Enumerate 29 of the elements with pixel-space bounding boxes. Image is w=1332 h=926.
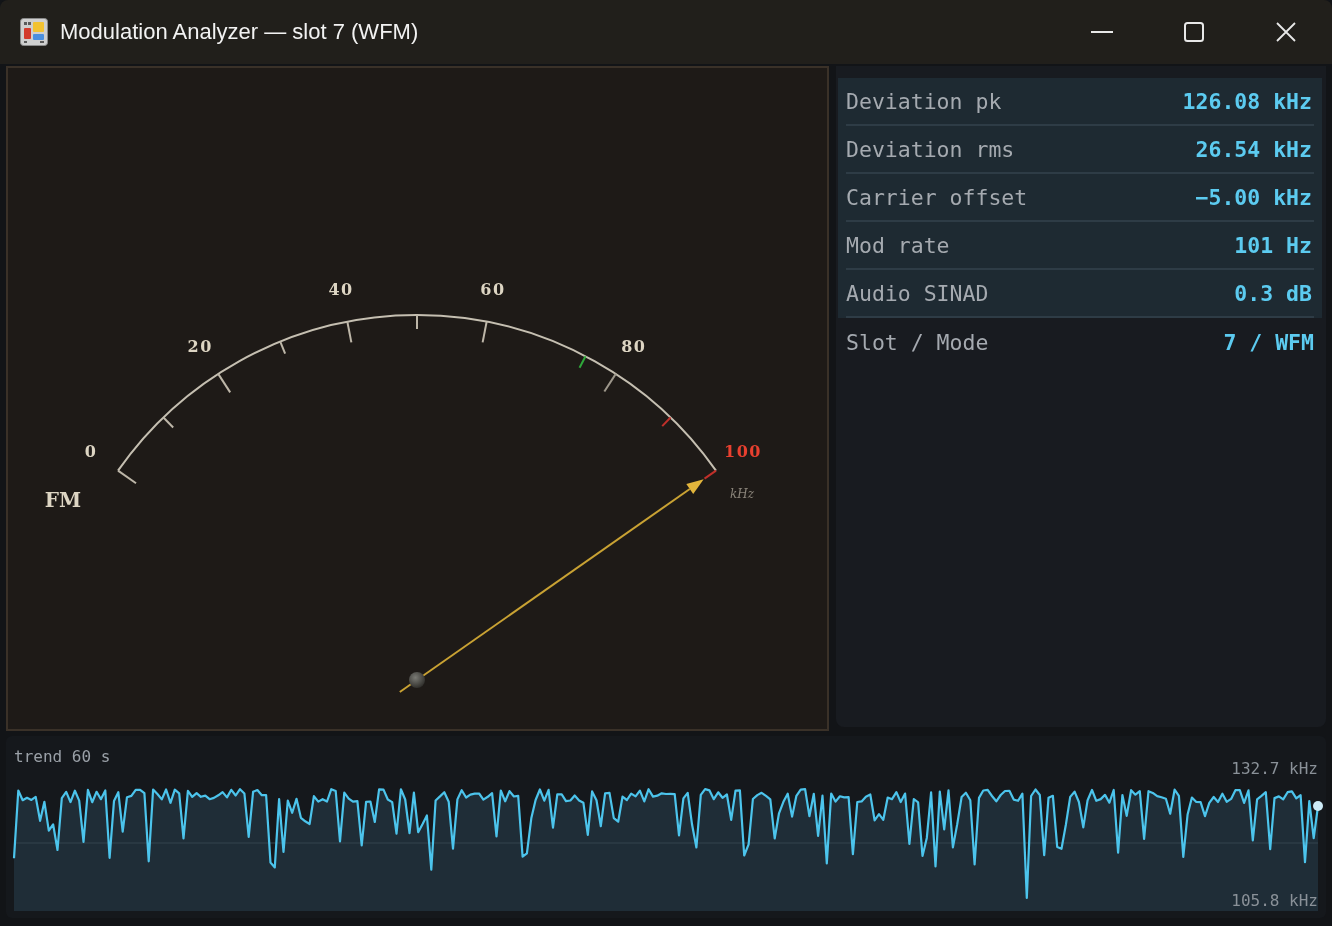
close-icon xyxy=(1276,22,1296,42)
scale-min-label: 105.8 kHz xyxy=(1231,891,1318,911)
readout-value: 0.3 dB xyxy=(1234,280,1312,306)
readout-value: 7 / WFM xyxy=(1223,329,1314,355)
scale-label: 80 xyxy=(621,336,647,356)
trend-title: trend 60 s xyxy=(14,747,111,767)
window-title: Modulation Analyzer — slot 7 (WFM) xyxy=(60,19,419,45)
readout-value: −5.00 kHz xyxy=(1195,184,1312,210)
unit-label: kHz xyxy=(729,487,755,501)
readout-label: Audio SINAD xyxy=(846,280,989,306)
readout-label: Mod rate xyxy=(846,232,950,258)
minimize-icon xyxy=(1091,31,1113,33)
readout-label: Deviation rms xyxy=(846,136,1015,162)
scale-label: 100 xyxy=(724,442,762,462)
scale-max-label: 132.7 kHz xyxy=(1231,759,1318,779)
scale-label: 0 xyxy=(84,442,98,462)
app-icon xyxy=(20,18,48,46)
scale-label: 40 xyxy=(328,279,354,299)
readout-value: 101 Hz xyxy=(1234,232,1312,258)
readout-label: Carrier offset xyxy=(846,184,1028,210)
readout-value: 26.54 kHz xyxy=(1195,136,1312,162)
readout-label: Deviation pk xyxy=(846,88,1002,114)
scale-label: 60 xyxy=(480,279,506,299)
readout-label: Slot / Mode xyxy=(846,329,989,355)
readout-value: 126.08 kHz xyxy=(1182,88,1312,114)
scale-label: 20 xyxy=(187,336,213,356)
pivot-knob-icon xyxy=(409,672,425,688)
mode-label: FM xyxy=(44,488,82,512)
maximize-icon xyxy=(1184,22,1204,42)
